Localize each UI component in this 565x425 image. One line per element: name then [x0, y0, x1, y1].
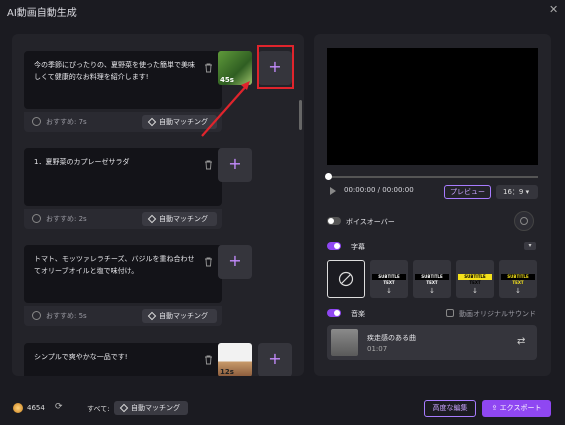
clip-duration-badge: 12s: [220, 368, 234, 376]
timeline-knob[interactable]: [325, 173, 332, 180]
toggle-knob: [334, 310, 340, 316]
auto-match-all-button[interactable]: 自動マッチング: [114, 401, 188, 415]
add-media-button[interactable]: +: [218, 148, 252, 182]
toggle-knob: [328, 218, 334, 224]
recommended-duration: おすすめ: 7s: [46, 118, 87, 126]
all-label: すべて:: [87, 405, 110, 413]
script-text[interactable]: 今の季節にぴったりの、夏野菜を使った簡単で美味しくて健康的なお料理を紹介します!: [34, 59, 198, 83]
original-sound-checkbox[interactable]: [446, 309, 454, 317]
chevron-down-icon: ▾: [525, 188, 530, 196]
scrollbar[interactable]: [299, 100, 302, 130]
script-text[interactable]: シンプルで爽やかな一品です!: [34, 351, 198, 363]
subtitle-style-4[interactable]: SUBTITLE TEXT ↓: [499, 260, 537, 298]
subtitle-label: 字幕: [351, 243, 365, 251]
script-card-3[interactable]: トマト、モッツァレラチーズ、バジルを重ね合わせてオリーブオイルと塩で味付け。: [24, 245, 222, 303]
script-text[interactable]: 1．夏野菜のカプレーゼサラダ: [34, 156, 198, 168]
annotation-arrow-icon: [201, 81, 250, 137]
swap-icon[interactable]: ⇄: [517, 336, 525, 347]
aspect-ratio-value: 16：9: [503, 188, 524, 196]
trash-icon[interactable]: [204, 257, 213, 267]
subtitle-style-2[interactable]: SUBTITLE TEXT ↓: [413, 260, 451, 298]
diamond-icon: [147, 214, 157, 224]
playback-time: 00:00:00 / 00:00:00: [344, 186, 414, 194]
original-sound-label: 動画オリジナルサウンド: [459, 310, 536, 318]
music-track[interactable]: 疾走感のある曲 01:07 ⇄: [327, 325, 537, 360]
script-card-1[interactable]: 今の季節にぴったりの、夏野菜を使った簡単で美味しくて健康的なお料理を紹介します!: [24, 51, 222, 109]
clock-icon: [32, 214, 41, 223]
preview-panel: 00:00:00 / 00:00:00 プレビュー 16：9 ▾ ボイスオーバー…: [314, 34, 551, 376]
trash-icon[interactable]: [204, 355, 213, 365]
download-icon: ↓: [386, 287, 392, 295]
music-duration: 01:07: [367, 345, 388, 353]
auto-match-button[interactable]: 自動マッチング: [142, 212, 217, 226]
video-preview[interactable]: [327, 48, 538, 165]
auto-match-label: 自動マッチング: [159, 312, 208, 320]
subtitle-style-text: SUBTITLE TEXT: [415, 274, 449, 285]
subtitle-style-3[interactable]: SUBTITLE TEXT ↓: [456, 260, 494, 298]
credits-count: 4654: [27, 404, 45, 412]
script-card-2[interactable]: 1．夏野菜のカプレーゼサラダ: [24, 148, 222, 206]
coin-icon: [13, 403, 23, 413]
subtitle-style-text: SUBTITLE TEXT: [501, 274, 535, 285]
clip-thumbnail[interactable]: 12s: [218, 343, 252, 376]
subtitle-toggle[interactable]: [327, 242, 341, 250]
subtitle-style-text: SUBTITLE TEXT: [458, 274, 492, 285]
recommended-duration: おすすめ: 2s: [46, 215, 87, 223]
subtitle-style-1[interactable]: SUBTITLE TEXT ↓: [370, 260, 408, 298]
voiceover-label: ボイスオーバー: [346, 218, 395, 226]
diamond-icon: [147, 117, 157, 127]
voiceover-toggle[interactable]: [327, 217, 341, 225]
toggle-knob: [334, 243, 340, 249]
subtitle-style-none[interactable]: [327, 260, 365, 298]
subtitle-dropdown[interactable]: ▾: [524, 242, 536, 250]
diamond-icon: [147, 311, 157, 321]
trash-icon[interactable]: [204, 160, 213, 170]
auto-match-button[interactable]: 自動マッチング: [142, 309, 217, 323]
subtitle-style-text: SUBTITLE TEXT: [372, 274, 406, 285]
download-icon: ↓: [515, 287, 521, 295]
export-button[interactable]: ⇪ エクスポート: [482, 400, 551, 417]
clock-icon: [32, 117, 41, 126]
export-label: エクスポート: [499, 404, 542, 412]
script-text[interactable]: トマト、モッツァレラチーズ、バジルを重ね合わせてオリーブオイルと塩で味付け。: [34, 253, 198, 277]
aspect-ratio-select[interactable]: 16：9 ▾: [496, 185, 538, 199]
voiceover-settings-button[interactable]: [514, 211, 534, 231]
script-card-4[interactable]: シンプルで爽やかな一品です!: [24, 343, 222, 376]
card-footer-3: おすすめ: 5s 自動マッチング: [24, 306, 222, 326]
preview-button[interactable]: プレビュー: [444, 185, 491, 199]
export-icon: ⇪: [491, 404, 498, 412]
trash-icon[interactable]: [204, 63, 213, 73]
play-icon[interactable]: [330, 187, 336, 195]
music-thumbnail: [331, 329, 358, 356]
close-icon[interactable]: ✕: [549, 3, 558, 16]
auto-match-label: 自動マッチング: [131, 404, 180, 412]
card-footer-2: おすすめ: 2s 自動マッチング: [24, 209, 222, 229]
download-icon: ↓: [472, 287, 478, 295]
diamond-icon: [119, 403, 129, 413]
download-icon: ↓: [429, 287, 435, 295]
add-media-button[interactable]: +: [258, 343, 292, 376]
clock-icon: [32, 311, 41, 320]
recommended-duration: おすすめ: 5s: [46, 312, 87, 320]
window-title: AI動画自動生成: [7, 8, 77, 19]
advanced-edit-button[interactable]: 高度な編集: [424, 400, 476, 417]
music-toggle[interactable]: [327, 309, 341, 317]
music-label: 音楽: [351, 310, 365, 318]
none-icon: [338, 271, 354, 287]
ai-video-generator-window: AI動画自動生成 ✕ 今の季節にぴったりの、夏野菜を使った簡単で美味しくて健康的…: [0, 0, 565, 425]
card-footer-1: おすすめ: 7s 自動マッチング: [24, 112, 222, 132]
music-title: 疾走感のある曲: [367, 334, 416, 342]
highlight-box: [257, 45, 294, 89]
disabled-icon: [520, 217, 528, 225]
add-media-button[interactable]: +: [218, 245, 252, 279]
footer-bar: [0, 393, 565, 425]
auto-match-label: 自動マッチング: [159, 215, 208, 223]
timeline-slider[interactable]: [327, 176, 538, 178]
refresh-icon[interactable]: ⟳: [55, 402, 63, 412]
